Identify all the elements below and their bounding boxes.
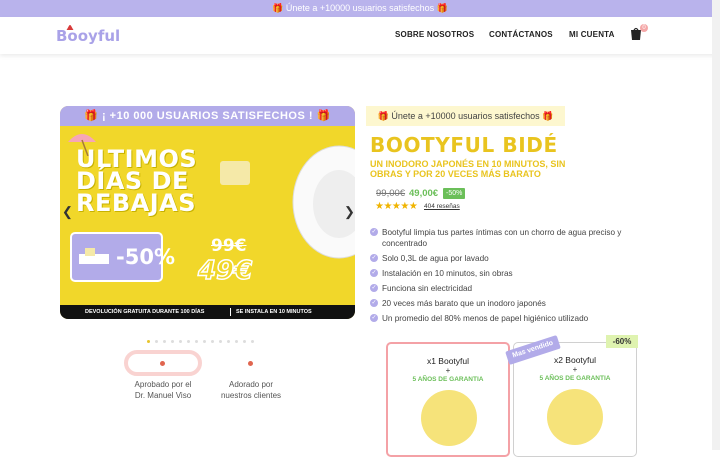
- badge-customers-line-2: nuestros clientes: [220, 391, 282, 400]
- banner-discount-text: -50%: [116, 245, 175, 269]
- product-subtitle: UN INODORO JAPONÉS EN 10 MINUTOS, SIN OB…: [370, 159, 566, 179]
- offer-product-image: [547, 389, 603, 445]
- hero-banner: 🎁 ¡ +10 000 USUARIOS SATISFECHOS ! 🎁 ULT…: [60, 106, 355, 319]
- offer-plus: +: [572, 365, 578, 374]
- banner-bottom-divider: [230, 308, 231, 316]
- carousel-dot[interactable]: [243, 340, 246, 343]
- carousel-dot[interactable]: [203, 340, 206, 343]
- check-icon: ✓: [370, 228, 378, 236]
- carousel-dot[interactable]: [219, 340, 222, 343]
- check-icon: ✓: [370, 284, 378, 292]
- carousel-dot[interactable]: [235, 340, 238, 343]
- site-header: Booyful SOBRE NOSOTROS CONTÁCTANOS MI CU…: [0, 17, 720, 54]
- offer-product-image: [421, 390, 477, 446]
- offer-card-x2[interactable]: x2 Bootyful + 5 AÑOS DE GARANTIA: [513, 342, 637, 457]
- page-scrollbar[interactable]: [712, 0, 720, 450]
- banner-new-price: 49€: [197, 255, 253, 287]
- offer-title: x1 Bootyful: [426, 356, 470, 366]
- feature-text: Solo 0,3L de agua por lavado: [382, 254, 489, 263]
- check-icon: ✓: [370, 299, 378, 307]
- carousel-prev-arrow[interactable]: ❮: [62, 204, 73, 220]
- carousel-dot[interactable]: [163, 340, 166, 343]
- product-new-price: 49,00€: [409, 188, 439, 199]
- promo-banner: 🎁 Únete a +10000 usuarios satisfechos 🎁: [366, 106, 565, 126]
- banner-bottom-left: DEVOLUCIÓN GRATUITA DURANTE 100 DÍAS: [85, 309, 205, 315]
- nav-mi-cuenta[interactable]: MI CUENTA: [569, 30, 615, 39]
- carousel-next-arrow[interactable]: ❯: [344, 204, 355, 220]
- carousel-dot[interactable]: [227, 340, 230, 343]
- offer-plus: +: [445, 366, 451, 375]
- reviews-link[interactable]: 404 reseñas: [424, 203, 460, 210]
- carousel-dot[interactable]: [211, 340, 214, 343]
- carousel-dots: [147, 330, 259, 343]
- banner-top-strip: 🎁 ¡ +10 000 USUARIOS SATISFECHOS ! 🎁: [60, 106, 355, 126]
- carousel-dot[interactable]: [251, 340, 254, 343]
- banner-bottom-strip: DEVOLUCIÓN GRATUITA DURANTE 100 DÍAS SE …: [60, 305, 355, 319]
- check-icon: ✓: [370, 269, 378, 277]
- badge-doctor-line-2: Dr. Manuel Viso: [134, 391, 192, 400]
- carousel-dot[interactable]: [195, 340, 198, 343]
- badge-dot: [160, 361, 165, 366]
- badge-doctor-line-1: Aprobado por el: [134, 380, 192, 389]
- feature-text: Bootyful limpia tus partes íntimas con u…: [382, 228, 622, 248]
- feature-text: 20 veces más barato que un inodoro japon…: [382, 299, 546, 308]
- offer-card-x1[interactable]: x1 Bootyful + 5 AÑOS DE GARANTIA: [386, 342, 510, 457]
- brand-logo[interactable]: Booyful: [56, 27, 120, 45]
- banner-headline: ULTIMOS DÍAS DE REBAJAS: [76, 147, 197, 217]
- cart-count-badge: 0: [640, 24, 648, 32]
- feature-text: Un promedio del 80% menos de papel higié…: [382, 314, 589, 323]
- offer-discount-tag: -60%: [606, 335, 638, 348]
- badge-customers-line-1: Adorado por: [228, 380, 274, 389]
- nav-sobre-nosotros[interactable]: SOBRE NOSOTROS: [395, 30, 474, 39]
- announcement-bar: 🎁 Únete a +10000 usuarios satisfechos 🎁: [0, 0, 720, 17]
- nav-contactanos[interactable]: CONTÁCTANOS: [489, 30, 553, 39]
- carousel-dot[interactable]: [179, 340, 182, 343]
- carousel-dot[interactable]: [187, 340, 190, 343]
- banner-old-price: 99€: [211, 236, 247, 256]
- offer-guarantee: 5 AÑOS DE GARANTIA: [412, 376, 484, 383]
- badge-doctor-text: Aprobado por el Dr. Manuel Viso: [120, 379, 206, 401]
- feature-text: Funciona sin electricidad: [382, 284, 473, 293]
- carousel-dot[interactable]: [155, 340, 158, 343]
- offer-guarantee: 5 AÑOS DE GARANTIA: [539, 375, 611, 382]
- badge-customers-text: Adorado por nuestros clientes: [208, 379, 294, 401]
- check-icon: ✓: [370, 314, 378, 322]
- carousel-dot[interactable]: [147, 340, 150, 343]
- product-old-price: 99,00€: [376, 188, 406, 199]
- bidet-thumbnail-icon: [79, 248, 109, 264]
- product-discount-badge: -50%: [443, 188, 466, 199]
- device-image: [220, 161, 250, 185]
- carousel-dot[interactable]: [171, 340, 174, 343]
- badge-dot: [248, 361, 253, 366]
- banner-bottom-right: SE INSTALA EN 10 MINUTOS: [236, 309, 312, 315]
- check-icon: ✓: [370, 254, 378, 262]
- feature-text: Instalación en 10 minutos, sin obras: [382, 269, 513, 278]
- product-title: BOOTYFUL BIDÉ: [370, 133, 558, 157]
- rating-stars: ★★★★★: [375, 201, 418, 212]
- banner-headline-line-3: REBAJAS: [76, 189, 197, 217]
